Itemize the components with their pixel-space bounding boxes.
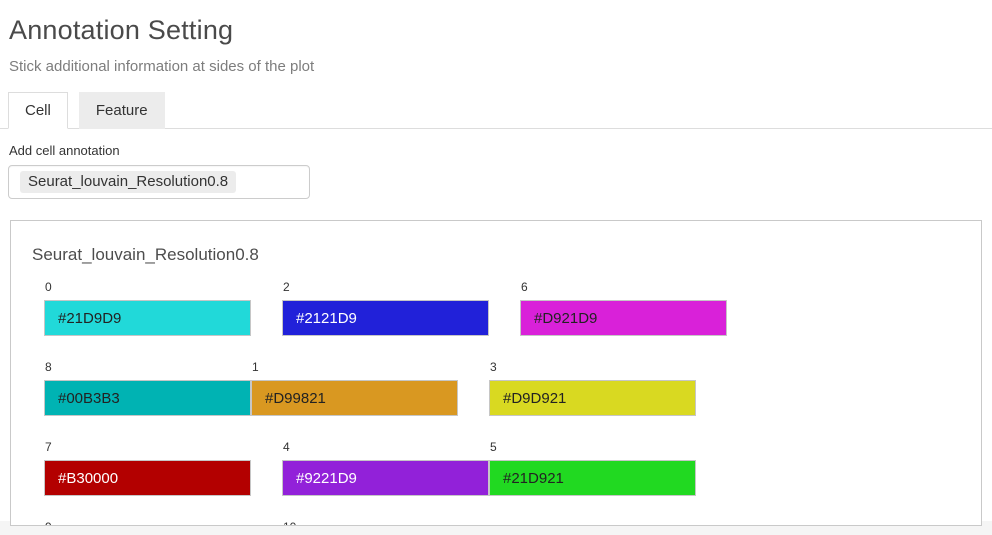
color-swatch[interactable]: #21D9D9 <box>44 300 251 336</box>
color-swatch[interactable]: #21D921 <box>489 460 696 496</box>
cluster-number-label: 2 <box>283 280 489 294</box>
tab-bar: Cell Feature <box>0 92 992 129</box>
color-swatch[interactable]: #00B3B3 <box>44 380 251 416</box>
cluster-number-label: 4 <box>283 440 489 454</box>
cluster-color-item: 0 #21D9D9 <box>44 280 251 336</box>
color-swatch[interactable]: #D99821 <box>251 380 458 416</box>
color-swatch[interactable]: #2121D9 <box>282 300 489 336</box>
annotation-color-panel: Seurat_louvain_Resolution0.8 0 #21D9D9 2… <box>10 220 982 526</box>
color-swatch[interactable]: #D921D9 <box>520 300 727 336</box>
cluster-color-item: 8 #00B3B3 <box>44 360 251 416</box>
cluster-color-item: 7 #B30000 <box>44 440 251 496</box>
add-cell-annotation-label: Add cell annotation <box>9 143 984 158</box>
tab-feature[interactable]: Feature <box>79 92 165 129</box>
selected-annotation-chip[interactable]: Seurat_louvain_Resolution0.8 <box>20 171 236 193</box>
page-subtitle: Stick additional information at sides of… <box>9 58 984 75</box>
cluster-number-label: 5 <box>490 440 696 454</box>
annotation-section: Add cell annotation Seurat_louvain_Resol… <box>0 129 992 199</box>
cluster-number-label: 10 <box>283 520 489 526</box>
annotation-setting-page: Annotation Setting Stick additional info… <box>0 0 992 521</box>
cluster-number-label: 0 <box>45 280 251 294</box>
cluster-color-item: 3 #D9D921 <box>489 360 696 416</box>
cluster-number-label: 7 <box>45 440 251 454</box>
cluster-number-label: 9 <box>45 520 251 526</box>
page-title: Annotation Setting <box>9 15 984 46</box>
cluster-color-item: 1 #D99821 <box>251 360 458 416</box>
cluster-color-item: 9 #B37400 <box>44 520 251 526</box>
color-swatch[interactable]: #9221D9 <box>282 460 489 496</box>
cell-annotation-select-input[interactable]: Seurat_louvain_Resolution0.8 <box>8 165 310 199</box>
cluster-color-item: 6 #D921D9 <box>520 280 727 336</box>
color-swatch[interactable]: #D9D921 <box>489 380 696 416</box>
cluster-number-label: 3 <box>490 360 696 374</box>
cluster-color-item: 5 #21D921 <box>489 440 696 496</box>
annotation-panel-title: Seurat_louvain_Resolution0.8 <box>32 245 961 265</box>
cluster-color-item: 2 #2121D9 <box>282 280 489 336</box>
tab-cell[interactable]: Cell <box>8 92 68 129</box>
cluster-color-item: 10 #0000B3 <box>282 520 489 526</box>
swatch-grid: 0 #21D9D9 2 #2121D9 6 #D921D9 8 #00B3B3 … <box>44 280 961 526</box>
cluster-number-label: 1 <box>252 360 458 374</box>
page-header: Annotation Setting Stick additional info… <box>0 0 992 75</box>
cluster-number-label: 8 <box>45 360 251 374</box>
cluster-number-label: 6 <box>521 280 727 294</box>
color-swatch[interactable]: #B30000 <box>44 460 251 496</box>
cluster-color-item: 4 #9221D9 <box>282 440 489 496</box>
